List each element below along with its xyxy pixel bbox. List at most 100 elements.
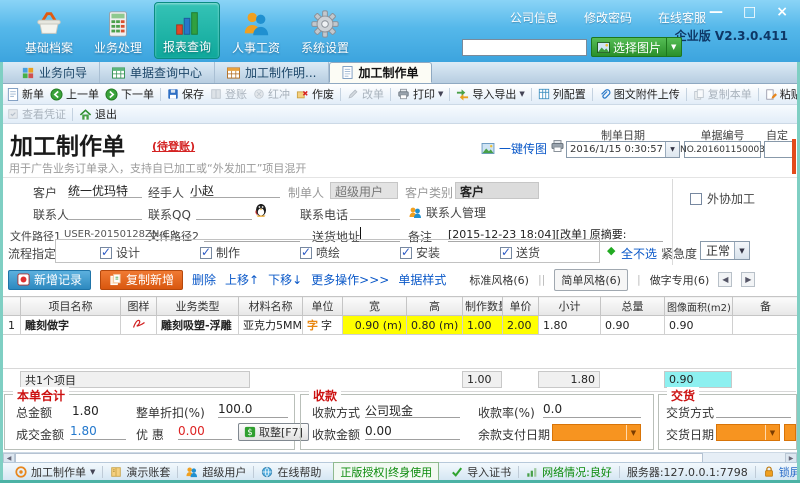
select-image-dropdown-arrow[interactable]: ▼ xyxy=(666,38,676,56)
doc-no-box[interactable]: NO.201601150003 xyxy=(680,141,765,158)
tab-business-wizard[interactable]: 业务向导 xyxy=(10,62,101,83)
online-service-link[interactable]: 在线客服 xyxy=(658,9,706,26)
import-export-dropdown-arrow[interactable]: ▼ xyxy=(519,90,524,98)
balance-date-select[interactable]: ▼ xyxy=(552,424,641,441)
post-button[interactable]: 登账 xyxy=(207,86,250,102)
qq-field[interactable] xyxy=(196,204,252,220)
col-header-biz-type[interactable]: 业务类型 xyxy=(156,296,239,316)
cell-height[interactable]: 0.80 (m) xyxy=(406,315,463,335)
print-dropdown-arrow[interactable]: ▼ xyxy=(438,90,443,98)
next-doc-button[interactable]: 下一单 xyxy=(102,86,157,102)
contact-manager-link[interactable]: 联系人管理 xyxy=(408,204,486,221)
modify-doc-button[interactable]: 改单 xyxy=(344,86,387,102)
ribbon-item-settings[interactable]: 系统设置 xyxy=(292,2,358,59)
doc-type-menu[interactable]: 加工制作单 ▼ xyxy=(8,464,102,480)
image-search-input[interactable] xyxy=(462,39,587,56)
payment-amount-field[interactable]: 0.00 xyxy=(365,424,460,440)
flow-step-make[interactable]: 制作 xyxy=(200,244,240,261)
red-flush-button[interactable]: 红冲 xyxy=(250,86,293,102)
checkbox-checked-icon[interactable] xyxy=(100,245,112,259)
cell-qty[interactable]: 1.00 xyxy=(462,315,503,335)
cell-area[interactable]: 0.90 xyxy=(664,315,733,335)
col-header-material[interactable]: 材料名称 xyxy=(238,296,303,316)
round-button[interactable]: $ 取整[F7] xyxy=(238,423,309,441)
cell-material[interactable]: 亚克力5MM xyxy=(238,315,303,335)
cell-subtotal[interactable]: 1.80 xyxy=(538,315,601,335)
attachment-upload-button[interactable]: 图文附件上传 xyxy=(596,86,683,102)
ribbon-item-base-archives[interactable]: 基础档案 xyxy=(16,2,82,59)
final-amount-field[interactable]: 1.80 xyxy=(70,424,126,440)
ribbon-item-hr-payroll[interactable]: 人事工资 xyxy=(223,2,289,59)
account-set-item[interactable]: 演示账套 xyxy=(103,464,177,480)
handler-field[interactable]: 小赵 xyxy=(190,182,280,198)
payment-rate-field[interactable]: 0.0 xyxy=(543,402,641,418)
import-cert-item[interactable]: 导入证书 xyxy=(444,464,518,480)
col-header-width[interactable]: 宽 xyxy=(342,296,407,316)
move-down-link[interactable]: 下移↓ xyxy=(268,271,302,288)
copy-add-button[interactable]: 复制新增 xyxy=(100,269,184,290)
cell-unit[interactable]: 字字 xyxy=(302,315,343,335)
flow-step-deliver[interactable]: 送货 xyxy=(500,244,540,261)
add-record-button[interactable]: 新增记录 xyxy=(8,269,92,290)
exit-button[interactable]: 退出 xyxy=(76,106,120,122)
more-operations-link[interactable]: 更多操作>>> xyxy=(311,271,389,288)
doc-style-link[interactable]: 单据样式 xyxy=(398,271,446,288)
lock-screen-item[interactable]: 锁屏 xyxy=(756,464,800,480)
copy-doc-button[interactable]: 复制本单 xyxy=(690,86,755,102)
view-voucher-button[interactable]: 查看凭证 xyxy=(4,106,69,122)
company-info-link[interactable]: 公司信息 xyxy=(510,9,558,26)
delivery-extra-select[interactable] xyxy=(784,424,796,441)
save-button[interactable]: 保存 xyxy=(164,86,207,102)
current-user-item[interactable]: 超级用户 xyxy=(178,464,253,480)
one-click-upload-link[interactable]: 一键传图 xyxy=(481,140,547,157)
tab-processing-order[interactable]: 加工制作单 xyxy=(329,62,432,83)
col-header-subtotal[interactable]: 小计 xyxy=(538,296,601,316)
print-button[interactable]: 打印 ▼ xyxy=(394,86,446,102)
style-tab-standard[interactable]: 标准风格(6) xyxy=(469,272,529,288)
cell-total-qty[interactable]: 0.90 xyxy=(600,315,665,335)
select-none-link[interactable]: 全不选 xyxy=(621,245,657,262)
delete-row-link[interactable]: 删除 xyxy=(192,271,216,288)
style-tab-simple[interactable]: 简单风格(6) xyxy=(554,268,628,291)
maximize-button[interactable]: □ xyxy=(743,4,756,20)
flow-step-design[interactable]: 设计 xyxy=(100,244,140,261)
move-up-link[interactable]: 上移↑ xyxy=(225,271,259,288)
ribbon-item-business[interactable]: 业务处理 xyxy=(85,2,151,59)
cell-price[interactable]: 2.00 xyxy=(502,315,539,335)
payment-method-field[interactable]: 公司现金 xyxy=(365,402,460,418)
flow-step-print[interactable]: 喷绘 xyxy=(300,244,340,261)
phone-field[interactable] xyxy=(350,204,400,220)
checkbox-checked-icon[interactable] xyxy=(200,245,212,259)
delivery-date-select[interactable]: ▼ xyxy=(716,424,780,441)
cell-sample[interactable] xyxy=(120,315,157,335)
urgency-select[interactable]: 正常 ▼ xyxy=(700,241,750,260)
new-doc-button[interactable]: 新单 xyxy=(4,86,47,102)
checkbox-checked-icon[interactable] xyxy=(500,245,512,259)
cell-item-name[interactable]: 雕刻做字 xyxy=(20,315,121,335)
prev-doc-button[interactable]: 上一单 xyxy=(47,86,102,102)
col-header-total-qty[interactable]: 总量 xyxy=(600,296,665,316)
col-header[interactable] xyxy=(2,296,21,316)
cell-width[interactable]: 0.90 (m) xyxy=(342,315,407,335)
customer-field[interactable]: 统一优玛特 xyxy=(68,182,142,198)
checkbox-icon[interactable] xyxy=(690,192,702,205)
col-header-height[interactable]: 高 xyxy=(406,296,463,316)
col-header-item-name[interactable]: 项目名称 xyxy=(20,296,121,316)
checkbox-checked-icon[interactable] xyxy=(300,245,312,259)
change-password-link[interactable]: 修改密码 xyxy=(584,9,632,26)
make-date-picker[interactable]: 2016/1/15 0:30:57 ▼ xyxy=(566,141,680,158)
col-header-area[interactable]: 图像面积(m2) xyxy=(664,296,733,316)
col-header-remark[interactable]: 备 xyxy=(732,296,799,316)
printer-icon[interactable] xyxy=(550,139,565,153)
scroll-right-icon[interactable]: ▶ xyxy=(741,272,756,287)
col-header-unit[interactable]: 单位 xyxy=(302,296,343,316)
outsource-checkbox[interactable]: 外协加工 xyxy=(690,190,755,207)
cell-biz-type[interactable]: 雕刻吸塑-浮雕 xyxy=(156,315,239,335)
discount-field[interactable]: 100.0 xyxy=(218,402,288,418)
import-export-button[interactable]: 导入导出 ▼ xyxy=(453,86,527,102)
cell-remark[interactable] xyxy=(732,315,799,335)
tab-doc-query-center[interactable]: 单据查询中心 xyxy=(100,62,216,83)
col-header-qty[interactable]: 制作数量 xyxy=(462,296,503,316)
horizontal-scrollbar[interactable]: ◀ ▶ xyxy=(3,452,797,463)
void-doc-button[interactable]: 作废 xyxy=(293,86,337,102)
